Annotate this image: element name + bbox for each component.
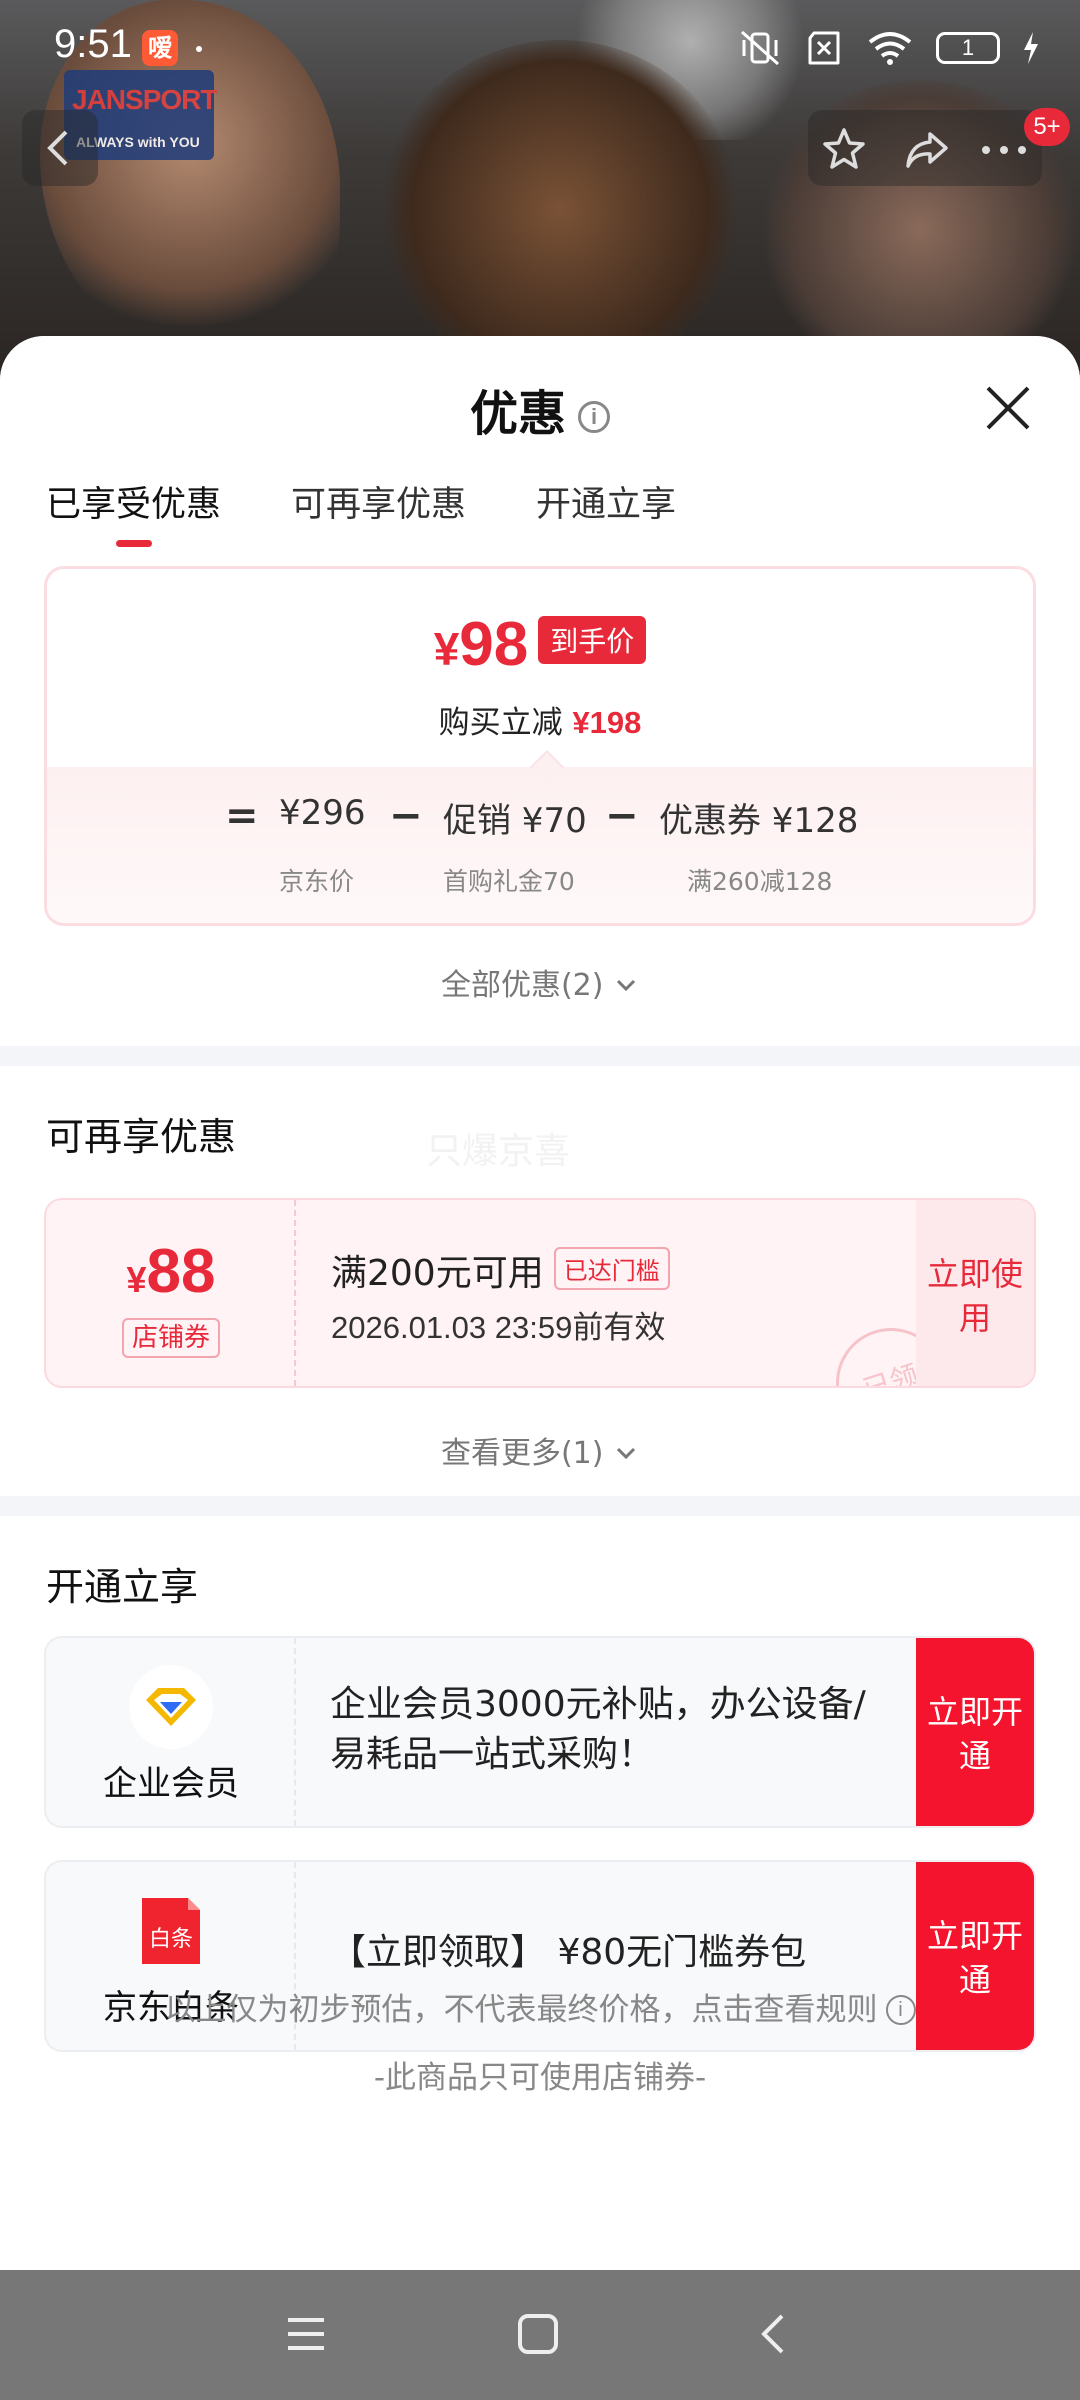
store-coupon: ¥88 店铺券 满200元可用 已达门槛 2026.01.03 23:59前有效 … — [44, 1198, 1036, 1388]
jd-price: ¥296 — [279, 793, 366, 833]
coupon-label: 满260减128 — [687, 867, 833, 896]
tab-open-enjoy[interactable]: 开通立享 — [536, 476, 676, 547]
promo-amount: 促销 ¥70 — [443, 801, 587, 841]
coupon-note: -此商品只可使用店铺券- — [373, 2060, 707, 2096]
minus-sign: − — [389, 793, 423, 839]
threshold-reached-badge: 已达门槛 — [553, 1247, 670, 1290]
share-icon[interactable] — [902, 126, 950, 174]
promo-label: 首购礼金70 — [443, 867, 575, 896]
back-button[interactable] — [22, 110, 98, 186]
equals-sign: = — [225, 793, 259, 839]
no-sim-icon — [808, 31, 840, 65]
enterprise-member-card: 企业会员 企业会员3000元补贴，办公设备/易耗品一站式采购！ 立即开通 — [44, 1636, 1036, 1828]
star-icon[interactable] — [820, 126, 868, 174]
saving-line: 购买立减 ¥198 — [438, 705, 642, 741]
info-icon[interactable]: i — [885, 1995, 916, 2025]
jd-price-label: 京东价 — [279, 867, 355, 896]
vibrate-off-icon — [741, 30, 779, 66]
minus-sign: − — [605, 793, 639, 839]
top-action-bar — [808, 110, 1042, 186]
chevron-left-icon — [47, 130, 68, 166]
coupon-type: 店铺券 — [122, 1318, 220, 1358]
coupon-amount: 优惠券 ¥128 — [659, 801, 859, 841]
sheet-title: 优惠 i — [0, 374, 1080, 444]
svg-text:白条: 白条 — [149, 1927, 193, 1952]
tab-more-available[interactable]: 可再享优惠 — [291, 476, 466, 547]
see-more-link[interactable]: 查看更多(1) — [0, 1428, 1080, 1472]
section-title: 可再享优惠 — [46, 1115, 237, 1159]
enterprise-diamond-icon — [129, 1665, 213, 1749]
tab-bar: 已享受优惠 可再享优惠 开通立享 — [46, 476, 746, 547]
coupon-value: ¥88 — [126, 1237, 216, 1306]
app-notification-icon: 嗳 — [142, 30, 178, 66]
close-icon[interactable] — [982, 382, 1034, 434]
enjoyed-section: 优惠 i 已享受优惠 可再享优惠 开通立享 ¥98 到手价 购买立减 ¥198 = … — [0, 336, 1080, 1046]
charging-icon — [1024, 32, 1038, 64]
wifi-icon — [868, 32, 912, 65]
back-icon[interactable] — [752, 2312, 796, 2356]
open-enjoy-section: 开通立享 企业会员 企业会员3000元补贴，办公设备/易耗品一站式采购！ 立即开… — [0, 1516, 1080, 2270]
baitiao-icon: 白条 — [142, 1898, 200, 1964]
promotion-sheet: 优惠 i 已享受优惠 可再享优惠 开通立享 ¥98 到手价 购买立减 ¥198 = … — [0, 336, 1080, 2270]
price-breakdown: = ¥296 − 促销 ¥70 − 优惠券 ¥128 京东价 首购礼金70 满2… — [47, 767, 1033, 923]
activate-button[interactable]: 立即开通 — [916, 1638, 1034, 1826]
chevron-down-icon — [616, 979, 636, 992]
member-description: 【立即领取】 ¥80无门槛券包 — [330, 1932, 807, 1973]
more-icon[interactable] — [978, 126, 1030, 174]
final-price-tag: 到手价 — [538, 616, 647, 664]
price-disclaimer[interactable]: 以上仅为初步预估，不代表最终价格，点击查看规则 i — [0, 1984, 1080, 2029]
member-name: 企业会员 — [103, 1764, 239, 1804]
status-bar: 9:51 嗳 1 — [0, 0, 1080, 100]
section-title: 开通立享 — [46, 1565, 199, 1609]
more-available-section: 可再享优惠 只爆京喜 ¥88 店铺券 满200元可用 已达门槛 2026.01.0… — [0, 1066, 1080, 1496]
tab-enjoyed[interactable]: 已享受优惠 — [46, 476, 221, 547]
status-time: 9:51 — [54, 22, 132, 66]
info-icon[interactable]: i — [578, 401, 610, 433]
price-card: ¥98 到手价 购买立减 ¥198 = ¥296 − 促销 ¥70 − 优惠券 ¥… — [44, 566, 1036, 926]
coupon-condition: 满200元可用 已达门槛 — [331, 1244, 670, 1296]
battery-icon: 1 — [936, 32, 1000, 64]
more-badge: 5+ — [1024, 108, 1070, 146]
member-description: 企业会员3000元补贴，办公设备/易耗品一站式采购！ — [330, 1684, 866, 1775]
use-coupon-button[interactable]: 立即使用 — [916, 1200, 1034, 1386]
watermark: 只爆京喜 — [426, 1131, 571, 1172]
all-promotions-link[interactable]: 全部优惠(2) — [0, 960, 1080, 1004]
system-nav-bar — [0, 2270, 1080, 2400]
chevron-down-icon — [616, 1447, 636, 1460]
home-icon[interactable] — [516, 2312, 560, 2356]
coupon-validity: 2026.01.03 23:59前有效 — [331, 1310, 666, 1345]
final-price: ¥98 到手价 — [47, 609, 1033, 680]
menu-icon[interactable] — [284, 2312, 328, 2356]
notification-dot — [196, 46, 202, 52]
